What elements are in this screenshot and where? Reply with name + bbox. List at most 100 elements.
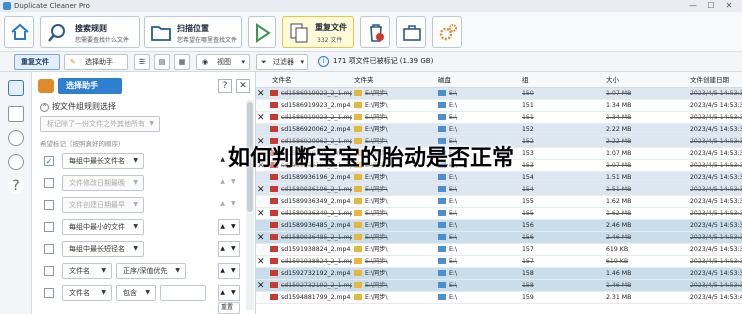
table-row[interactable]: sd1586920062_2.mp4 E:\同步\ E:\ 152 2.22 MB 202… [256,124,742,136]
rule-order-buttons[interactable]: ▲ ▼ [218,197,240,213]
view-grid-button[interactable]: ▦ [174,54,190,70]
table-row[interactable]: ✕ sd1586919923_2_1.mp4 E:\同步\ E:\ 150 1.07 MB… [256,88,742,100]
image-icon[interactable] [8,106,24,122]
file-name-cell: sd1589936349_2.mp4 [270,196,352,208]
view-list-button[interactable]: ☰ [134,54,150,70]
table-row[interactable]: sd1586919923_2.mp4 E:\同步\ E:\ 151 1.34 MB 202… [256,100,742,112]
table-row[interactable]: sd1589936485_2.mp4 E:\同步\ E:\ 156 2.46 MB 202… [256,220,742,232]
rule-dropdown[interactable]: 每组中最长短径名 ▼ [62,241,144,257]
rule-order-buttons[interactable]: ▲ ▼ [218,241,240,257]
rule-label: 文件修改日期最晚 [69,179,125,187]
rule-order-buttons[interactable]: ▲ ▼ [218,175,240,191]
rule-order-buttons[interactable]: ▲ ▼ [218,219,240,235]
contains-dropdown[interactable]: 包含 ▼ [116,285,156,301]
folder-cell: E:\同步\ [354,292,434,304]
minimize-button[interactable]: — [684,0,702,12]
table-row[interactable]: ✕ sd1591938824_2_1.mp4 E:\同步\ E:\ 157 619 KB 2… [256,256,742,268]
start-scan-button[interactable] [248,16,276,48]
rule-dropdown[interactable]: 文件创建日期最早 ▼ [62,197,144,213]
list-view-icon: ☰ [138,58,146,66]
settings-button[interactable] [432,16,462,48]
rule-checkbox[interactable] [44,288,54,298]
duplicates-button[interactable]: 重复文件 332 文件 [282,16,354,48]
filename-field-dropdown[interactable]: 文件名 ▼ [62,263,112,279]
view-dropdown[interactable]: ◉ 视图 ▾ [196,54,250,70]
marked-x-icon[interactable]: ✕ [257,280,265,292]
rule-checkbox[interactable] [44,200,54,210]
marked-x-icon[interactable]: ✕ [257,88,265,100]
table-row[interactable]: ✕ sd1592732192_2_1.mp4 E:\同步\ E:\ 158 1.46 MB… [256,280,742,292]
column-header-group[interactable]: 组 [522,72,529,88]
file-name-cell: sd1586919923_2.mp4 [270,100,352,112]
column-header-name[interactable]: 文件名 [272,72,292,88]
marked-x-icon[interactable]: ✕ [257,184,265,196]
filter-dropdown[interactable]: ⏷ 过滤器 ▾ [256,54,308,70]
rule-order-buttons[interactable]: ▲ ▼ [218,285,240,301]
column-header-created[interactable]: 文件创建日期 [690,72,729,88]
contains-text-input[interactable] [160,285,206,301]
created-date-cell: 2023/4/5 14:53:3 [690,102,742,109]
marked-x-icon[interactable]: ✕ [257,208,265,220]
table-row[interactable]: ✕ sd1589936485_2_1.mp4 E:\同步\ E:\ 156 2.46 MB… [256,232,742,244]
table-row[interactable]: ✕ sd1589936349_2_1.mp4 E:\同步\ E:\ 155 1.62 MB… [256,208,742,220]
rule-order-buttons[interactable]: ▲ ▼ [218,263,240,279]
file-name: sd1586919923_2_1.mp4 [281,114,352,121]
filename-field-dropdown[interactable]: 文件名 ▼ [62,285,112,301]
table-row[interactable]: ✕ sd1589936196_2_1.mp4 E:\同步\ E:\ 154 1.51 MB… [256,184,742,196]
rule-checkbox[interactable] [44,244,54,254]
rule-label: 每组中最小的文件 [69,223,125,231]
reset-button[interactable]: 重置 [218,302,240,314]
panel-scrollbar[interactable] [246,100,254,310]
rules-section-title[interactable]: ^ 按文件组规则选择 [40,101,116,112]
table-row[interactable]: ✕ sd1586919923_2_1.mp4 E:\同步\ E:\ 151 1.34 MB… [256,112,742,124]
sort-mode-value: 正序/深值优先 [123,267,168,275]
video-file-icon [270,114,278,120]
close-panel-button[interactable]: ✕ [236,79,250,93]
help-button[interactable]: ? [218,79,232,93]
table-row[interactable]: sd1594881799_2.mp4 E:\同步\ E:\ 159 2.31 MB 202… [256,292,742,304]
scan-rules-button[interactable]: 搜索规则 您需要查找什么文件 [40,16,140,48]
created-date-cell: 2023/4/5 14:53:3 [690,174,742,181]
delete-files-button[interactable] [360,16,390,48]
table-row[interactable]: sd1592732192_2.mp4 E:\同步\ E:\ 158 1.46 MB 202… [256,268,742,280]
file-grid: 文件名 文件夹 磁盘 组 大小 文件创建日期 ✕ sd1586919923_2_1… [256,72,742,314]
rule-checkbox[interactable] [44,178,54,188]
close-window-button[interactable]: ✕ [720,0,738,12]
helper-title-button[interactable]: 选择助手 [58,78,122,94]
column-header-disk[interactable]: 磁盘 [438,72,451,88]
file-actions-button[interactable] [396,16,426,48]
column-header-size[interactable]: 大小 [606,72,619,88]
tab-duplicates[interactable]: 重复文件 [14,54,60,70]
file-name-cell: sd1586919923_2_1.mp4 [270,88,352,100]
mark-all-dropdown[interactable]: 标记除了一份文件之外其他所有 ▼ [40,116,160,132]
person-icon[interactable] [8,80,24,96]
info-icon: i [318,56,329,67]
folder-cell: E:\同步\ [354,184,434,196]
marked-x-icon[interactable]: ✕ [257,256,265,268]
selection-helper-button[interactable]: ✎ 选择助手 [64,54,128,70]
rule-checkbox[interactable] [44,266,54,276]
table-row[interactable]: sd1589936196_2.mp4 E:\同步\ E:\ 154 1.51 MB 202… [256,172,742,184]
file-name: sd1589936196_2_1.mp4 [281,186,352,193]
maximize-button[interactable]: ☐ [702,0,720,12]
rule-dropdown[interactable]: 每组中最小的文件 ▼ [62,219,144,235]
created-date-cell: 2023/4/5 14:53:4 [690,294,742,301]
sort-mode-dropdown[interactable]: 正序/深值优先 ▼ [116,263,186,279]
disk-cell: E:\ [438,124,518,136]
scan-location-button[interactable]: 扫描位置 您希望在哪里查找文件 [144,16,242,48]
chevron-down-icon: ▼ [175,267,180,274]
column-header-folder[interactable]: 文件夹 [354,72,374,88]
marked-x-icon[interactable]: ✕ [257,232,265,244]
table-row[interactable]: sd1589936349_2.mp4 E:\同步\ E:\ 155 1.62 MB 202… [256,196,742,208]
video-file-icon [270,270,278,276]
view-detail-button[interactable]: ▤ [154,54,170,70]
marked-x-icon[interactable]: ✕ [257,112,265,124]
selection-helper-panel: 选择助手 ? ✕ ^ 按文件组规则选择 标记除了一份文件之外其他所有 ▼ 希望标记（… [32,72,256,314]
help-icon[interactable]: ? [8,178,24,194]
rule-dropdown[interactable]: 文件修改日期最晚 ▼ [62,175,144,191]
rule-checkbox[interactable] [44,222,54,232]
home-button[interactable] [4,16,34,48]
table-row[interactable]: sd1591938824_2.mp4 E:\同步\ E:\ 157 619 KB 2023… [256,244,742,256]
disk-cell: E:\ [438,244,518,256]
video-file-icon [270,222,278,228]
